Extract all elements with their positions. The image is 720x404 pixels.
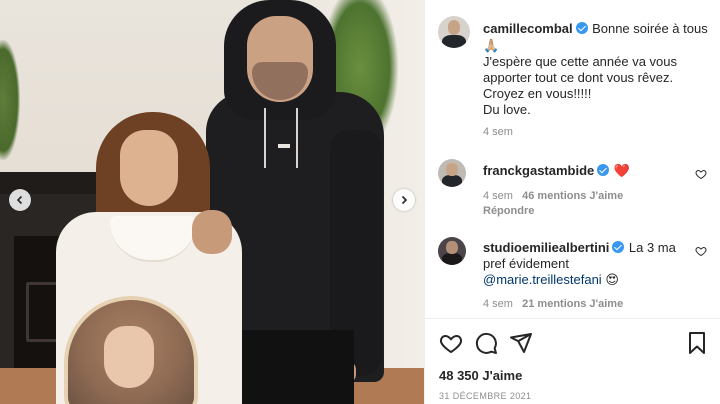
chevron-left-icon [16, 195, 23, 205]
caption-line: J'espère que cette année va vous [483, 54, 678, 69]
commenter-avatar[interactable] [438, 237, 466, 265]
chevron-right-icon [401, 195, 408, 205]
post-date[interactable]: 31 DÉCEMBRE 2021 [439, 391, 531, 401]
comment-text-row: franckgastambide ❤️ [483, 162, 630, 180]
caption-time[interactable]: 4 sem [483, 126, 513, 138]
comment-text: La 3 ma [628, 240, 676, 255]
commenter-username[interactable]: franckgastambide [483, 163, 594, 178]
woman-face [120, 130, 178, 206]
reply-button[interactable]: Répondre [483, 205, 534, 217]
heart-icon[interactable] [439, 331, 463, 355]
next-photo-button[interactable] [393, 189, 415, 211]
verified-badge-icon [612, 241, 625, 253]
caption-line: Croyez en vous!!!!! [483, 86, 592, 101]
caption-line: Du love. [483, 102, 531, 117]
hand-on-shoulder [192, 210, 232, 254]
fan-portrait [104, 326, 154, 388]
hood-string-right [296, 108, 298, 168]
commenter-username[interactable]: studioemiliealbertini [483, 240, 609, 255]
bookmark-icon[interactable] [685, 331, 709, 355]
hoodie-logo [278, 144, 290, 148]
man-legs [234, 330, 354, 404]
caption-emoji: 🙏🏼 [483, 38, 500, 53]
verified-badge-icon [597, 164, 610, 176]
hood-string-left [264, 108, 266, 168]
comment-time[interactable]: 4 sem [483, 190, 513, 202]
comment-like-heart-icon[interactable] [695, 168, 707, 180]
comment-emoji: 😍 [605, 272, 619, 287]
verified-badge-icon [575, 22, 588, 34]
comment-icon[interactable] [474, 331, 498, 355]
comment-likes[interactable]: 21 mentions J'aime [522, 298, 623, 310]
caption-line: apporter tout ce dont vous rêvez. [483, 70, 674, 85]
previous-photo-button[interactable] [9, 189, 31, 211]
comment-text: pref évidement [483, 256, 569, 271]
actions-divider [425, 318, 720, 319]
comment-meta: 4 sem 46 mentions J'aime [483, 190, 623, 202]
post-photo[interactable] [0, 0, 424, 404]
comment-text: ❤️ [613, 163, 630, 178]
post-likes-count[interactable]: 48 350 J'aime [439, 368, 522, 383]
caption-line: Bonne soirée à tous [592, 21, 708, 36]
comment-likes[interactable]: 46 mentions J'aime [522, 190, 623, 202]
plant-left [0, 40, 20, 160]
user-mention-link[interactable]: @marie.treillestefani [483, 272, 602, 287]
comment-mention-row: @marie.treillestefani 😍 [483, 271, 619, 288]
share-icon[interactable] [509, 331, 533, 355]
caption-first-line: camillecombal Bonne soirée à tous [483, 20, 708, 38]
commenter-avatar[interactable] [438, 159, 466, 187]
comment-meta: 4 sem 21 mentions J'aime [483, 298, 623, 310]
author-username[interactable]: camillecombal [483, 21, 573, 36]
author-avatar[interactable] [438, 16, 470, 48]
comment-like-heart-icon[interactable] [695, 245, 707, 257]
comment-time[interactable]: 4 sem [483, 298, 513, 310]
